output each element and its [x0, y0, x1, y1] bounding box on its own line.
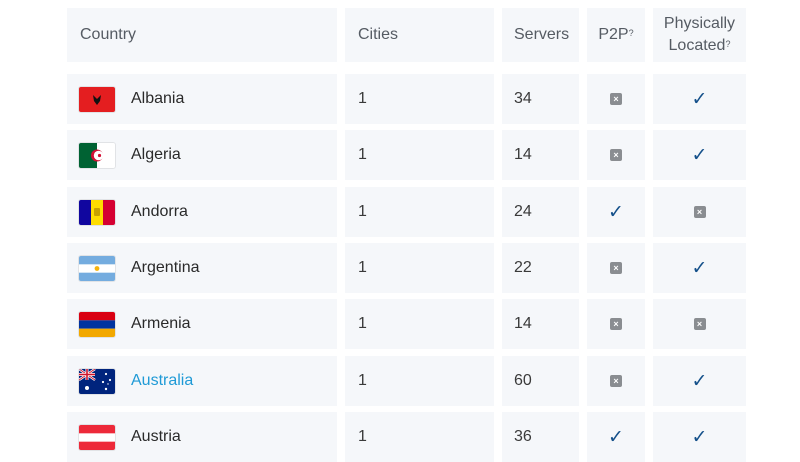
check-icon: ✓ — [691, 370, 708, 392]
algeria-flag-icon — [79, 143, 115, 168]
servers-value: 60 — [514, 372, 532, 389]
country-cell: Argentina — [67, 243, 337, 293]
servers-cell: 22 — [502, 243, 579, 293]
physically-located-cell: ✓ — [653, 74, 746, 124]
x-box-icon: × — [693, 318, 706, 330]
cities-value: 1 — [358, 259, 367, 276]
country-name: Algeria — [131, 146, 181, 163]
header-country: Country — [67, 8, 337, 62]
country-name: Argentina — [131, 259, 200, 276]
servers-value: 36 — [514, 428, 532, 445]
p2p-cell: × — [587, 299, 645, 349]
country-cell[interactable]: Australia — [67, 356, 337, 406]
australia-flag-icon — [79, 369, 115, 394]
header-physically-line2: Located? — [668, 37, 731, 54]
cities-cell: 1 — [345, 130, 494, 180]
header-physically-located: Physically Located? — [653, 8, 746, 62]
cities-cell: 1 — [345, 187, 494, 237]
servers-value: 22 — [514, 259, 532, 276]
cities-value: 1 — [358, 428, 367, 445]
cities-cell: 1 — [345, 243, 494, 293]
servers-cell: 14 — [502, 299, 579, 349]
cities-cell: 1 — [345, 299, 494, 349]
x-box-icon: × — [610, 318, 622, 330]
physically-located-cell: ✓ — [653, 243, 746, 293]
country-cell: Albania — [67, 74, 337, 124]
servers-value: 14 — [514, 146, 532, 163]
andorra-flag-icon — [79, 200, 115, 225]
country-name[interactable]: Australia — [131, 356, 193, 406]
header-p2p: P2P? — [587, 8, 645, 62]
x-box-icon: × — [610, 262, 622, 274]
physically-located-cell: ✓ — [653, 412, 746, 462]
servers-cell: 36 — [502, 412, 579, 462]
austria-flag-icon — [79, 425, 115, 450]
servers-value: 14 — [514, 315, 532, 332]
header-cities: Cities — [345, 8, 494, 62]
physically-located-cell: ✓ — [653, 356, 746, 406]
cities-value: 1 — [358, 90, 367, 107]
country-cell: Andorra — [67, 187, 337, 237]
p2p-cell: ✓ — [587, 412, 645, 462]
cities-value: 1 — [358, 146, 367, 163]
x-box-icon: × — [610, 93, 622, 105]
check-icon: ✓ — [608, 201, 624, 223]
header-servers: Servers — [502, 8, 579, 62]
physically-located-cell: × — [653, 187, 746, 237]
physically-located-cell: ✓ — [653, 130, 746, 180]
country-cell: Austria — [67, 412, 337, 462]
header-cities-label: Cities — [358, 26, 399, 43]
argentina-flag-icon — [79, 256, 115, 281]
country-cell: Armenia — [67, 299, 337, 349]
albania-flag-icon — [79, 87, 115, 112]
check-icon: ✓ — [691, 144, 708, 166]
cities-cell: 1 — [345, 356, 494, 406]
header-p2p-label: P2P? — [598, 26, 634, 43]
header-physically-line1: Physically — [663, 15, 736, 32]
servers-cell: 24 — [502, 187, 579, 237]
check-icon: ✓ — [691, 257, 708, 279]
country-name: Albania — [131, 90, 185, 107]
country-name: Austria — [131, 428, 181, 445]
check-icon: ✓ — [608, 426, 624, 448]
cities-value: 1 — [358, 372, 367, 389]
country-name: Andorra — [131, 203, 188, 220]
x-box-icon: × — [610, 149, 622, 161]
cities-cell: 1 — [345, 74, 494, 124]
physically-located-help-icon[interactable]: ? — [725, 39, 730, 49]
header-servers-label: Servers — [514, 26, 570, 43]
p2p-help-icon[interactable]: ? — [629, 28, 634, 38]
p2p-cell: × — [587, 130, 645, 180]
armenia-flag-icon — [79, 312, 115, 337]
cities-value: 1 — [358, 203, 367, 220]
x-box-icon: × — [693, 206, 706, 218]
p2p-cell: ✓ — [587, 187, 645, 237]
p2p-cell: × — [587, 243, 645, 293]
servers-cell: 14 — [502, 130, 579, 180]
x-box-icon: × — [610, 375, 622, 387]
header-country-label: Country — [80, 26, 137, 43]
servers-value: 34 — [514, 90, 532, 107]
servers-cell: 34 — [502, 74, 579, 124]
country-name: Armenia — [131, 315, 191, 332]
cities-value: 1 — [358, 315, 367, 332]
p2p-cell: × — [587, 356, 645, 406]
check-icon: ✓ — [691, 88, 708, 110]
servers-cell: 60 — [502, 356, 579, 406]
p2p-cell: × — [587, 74, 645, 124]
check-icon: ✓ — [691, 426, 708, 448]
cities-cell: 1 — [345, 412, 494, 462]
physically-located-cell: × — [653, 299, 746, 349]
servers-value: 24 — [514, 203, 532, 220]
country-cell: Algeria — [67, 130, 337, 180]
